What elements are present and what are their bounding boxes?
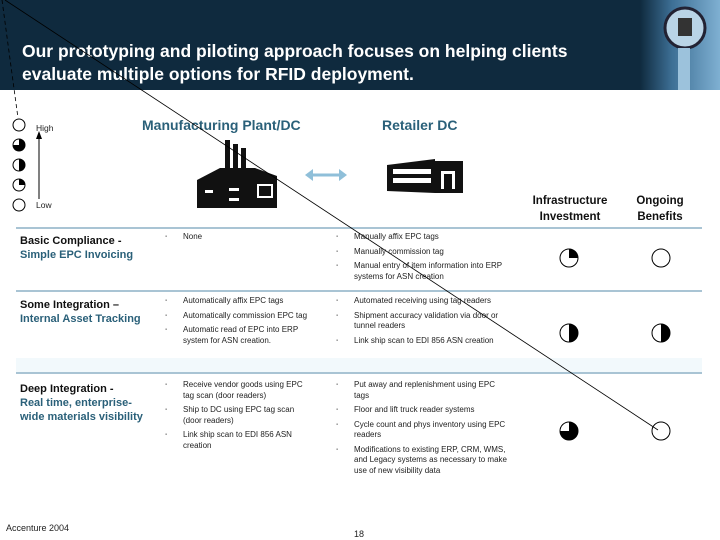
- factory-icon: [197, 140, 277, 208]
- bullet-item: None: [165, 232, 315, 243]
- magnifier-icon: [663, 6, 707, 90]
- divider: [16, 290, 702, 292]
- manufacturing-heading: Manufacturing Plant/DC: [142, 117, 301, 133]
- row-subtitle: Real time, enterprise-wide materials vis…: [20, 397, 143, 423]
- bullet-item: Receive vendor goods using EPC tag scan …: [165, 380, 315, 401]
- manufacturing-list: Automatically affix EPC tags Automaticall…: [165, 296, 315, 350]
- manufacturing-list: Receive vendor goods using EPC tag scan …: [165, 380, 315, 455]
- bullet-item: Ship to DC using EPC tag scan (door read…: [165, 405, 315, 426]
- bullet-item: Manually affix EPC tags: [336, 232, 511, 243]
- row-band: [16, 358, 702, 372]
- ongoing-rating-icon: [651, 248, 671, 268]
- legend-level-1-icon: [12, 138, 26, 152]
- row-title-main: Some Integration –: [20, 299, 120, 311]
- row-title: Basic Compliance - Simple EPC Invoicing: [20, 234, 150, 262]
- retailer-list: Automated receiving using tag readers Shi…: [336, 296, 511, 350]
- bullet-item: Shipment accuracy validation via door or…: [336, 311, 511, 332]
- bullet-item: Modifications to existing ERP, CRM, WMS,…: [336, 445, 511, 477]
- infrastructure-rating-icon: [559, 323, 579, 343]
- bullet-item: Put away and replenishment using EPC tag…: [336, 380, 511, 401]
- row-title: Some Integration – Internal Asset Tracki…: [20, 298, 150, 326]
- double-arrow-icon: [305, 169, 347, 181]
- bullet-item: Floor and lift truck reader systems: [336, 405, 511, 416]
- magnifier-image: [640, 0, 720, 90]
- footer-company: Accenture 2004: [6, 523, 70, 533]
- retailer-list: Manually affix EPC tags Manually commissi…: [336, 232, 511, 286]
- bullet-item: Automatically commission EPC tag: [165, 311, 315, 322]
- ongoing-rating-icon: [651, 421, 671, 441]
- slide-title: Our prototyping and piloting approach fo…: [22, 41, 568, 84]
- col-header-ongoing: Ongoing Benefits: [636, 195, 684, 223]
- warehouse-icon: [387, 159, 463, 193]
- divider: [16, 372, 702, 374]
- row-title-main: Deep Integration -: [20, 383, 114, 395]
- row-title-main: Basic Compliance -: [20, 235, 122, 247]
- bullet-item: Manual entry of item information into ER…: [336, 261, 511, 282]
- bullet-item: Automated receiving using tag readers: [336, 296, 511, 307]
- col-header-infrastructure: Infrastructure Investment: [532, 195, 608, 223]
- legend-level-0-icon: [12, 118, 26, 132]
- slide: Our prototyping and piloting approach fo…: [0, 0, 720, 540]
- legend-level-2-icon: [12, 158, 26, 172]
- bullet-item: Cycle count and phys inventory using EPC…: [336, 420, 511, 441]
- retailer-heading: Retailer DC: [382, 117, 458, 133]
- legend-high-label: High: [36, 123, 54, 133]
- divider: [16, 227, 702, 229]
- retailer-list: Put away and replenishment using EPC tag…: [336, 380, 511, 480]
- bullet-item: Link ship scan to EDI 856 ASN creation: [336, 336, 511, 347]
- row-subtitle: Internal Asset Tracking: [20, 313, 141, 325]
- manufacturing-list: None: [165, 232, 315, 247]
- infrastructure-rating-icon: [559, 421, 579, 441]
- bullet-item: Automatically affix EPC tags: [165, 296, 315, 307]
- legend-low-label: Low: [36, 200, 52, 210]
- bullet-item: Automatic read of EPC into ERP system fo…: [165, 325, 315, 346]
- row-subtitle: Simple EPC Invoicing: [20, 249, 134, 261]
- page-number: 18: [354, 529, 365, 539]
- ongoing-rating-icon: [651, 323, 671, 343]
- infrastructure-rating-icon: [559, 248, 579, 268]
- legend-level-4-icon: [12, 198, 26, 212]
- legend-level-3-icon: [12, 178, 26, 192]
- bullet-item: Link ship scan to EDI 856 ASN creation: [165, 430, 315, 451]
- row-title: Deep Integration - Real time, enterprise…: [20, 382, 150, 424]
- bullet-item: Manually commission tag: [336, 247, 511, 258]
